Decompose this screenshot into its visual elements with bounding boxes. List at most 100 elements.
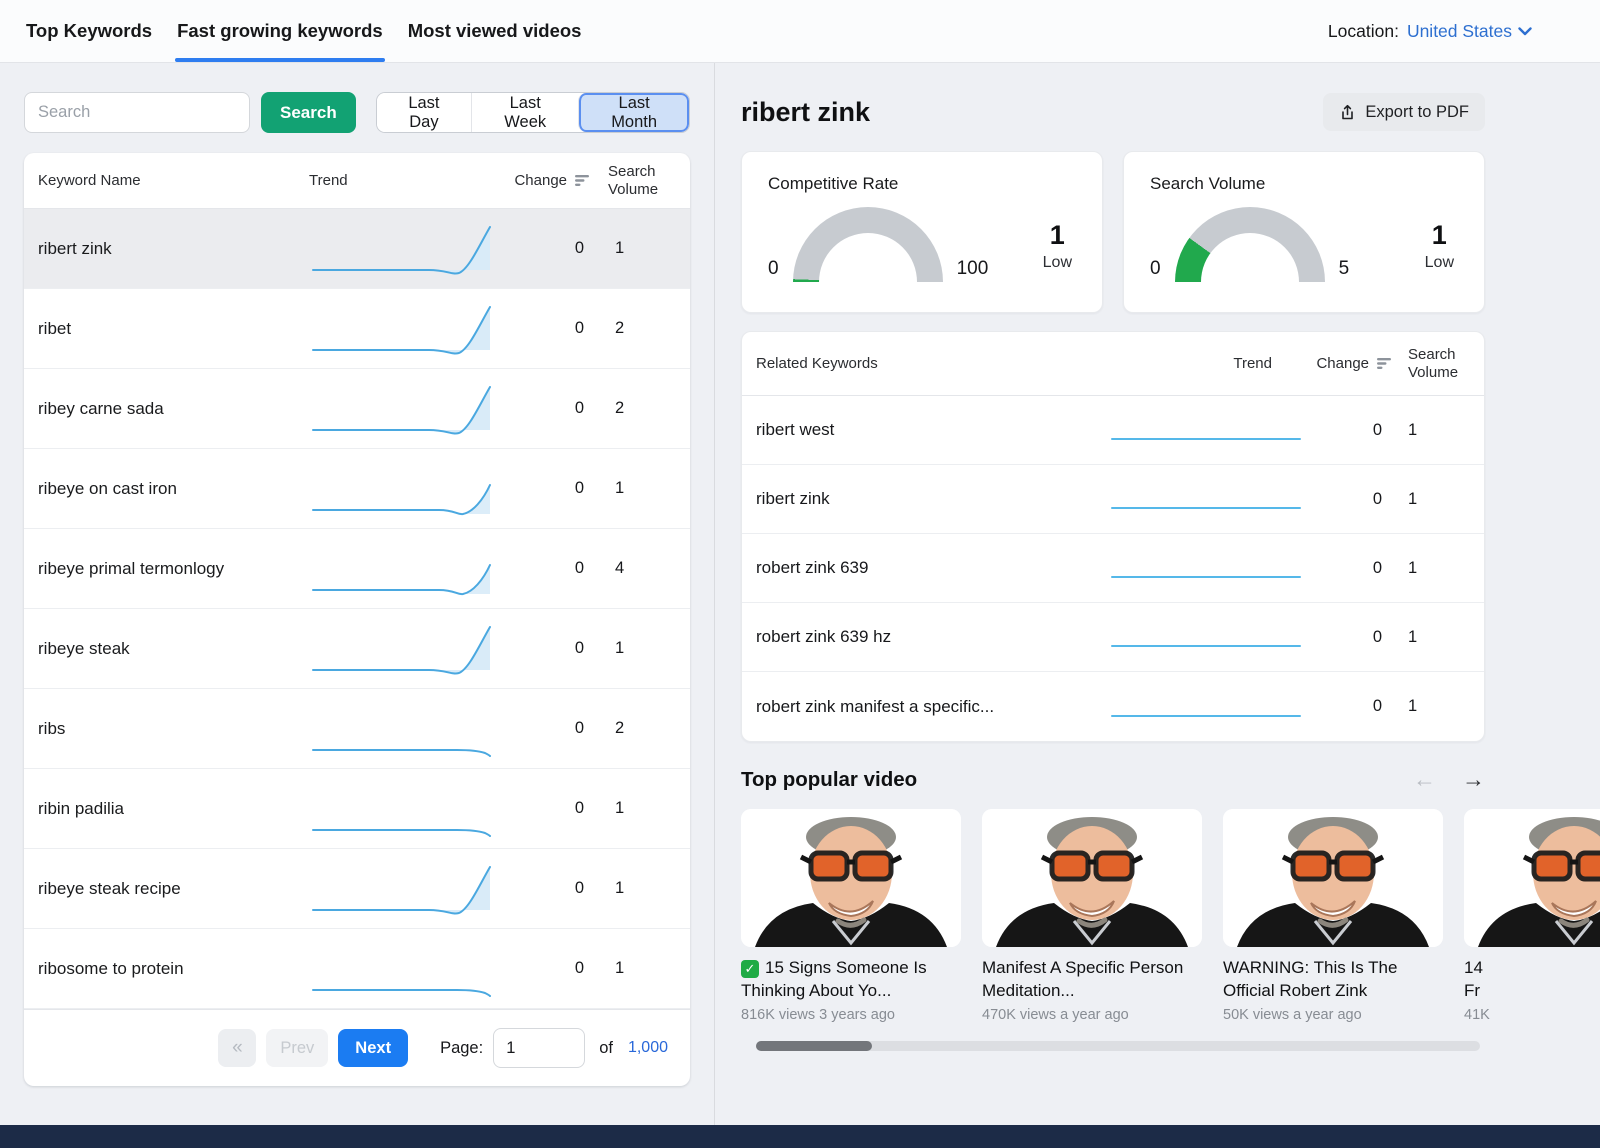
video-title-text: WARNING: This Is The Official Robert Zin… <box>1223 958 1397 1000</box>
export-pdf-button[interactable]: Export to PDF <box>1323 93 1485 131</box>
carousel-arrows: ← → <box>1413 766 1485 793</box>
related-keyword-name: ribert west <box>756 420 1106 440</box>
keyword-name: ribey carne sada <box>38 399 309 419</box>
search-volume-value: 4 <box>590 559 676 578</box>
related-column-keyword: Related Keywords <box>756 355 1106 372</box>
time-filter-button[interactable]: Last Day <box>377 93 471 132</box>
gauge-value: 1 <box>1425 221 1454 251</box>
first-page-button[interactable]: « <box>218 1029 256 1067</box>
related-volume-value: 1 <box>1392 628 1470 647</box>
trend-sparkline <box>309 298 494 360</box>
related-trend-sparkline <box>1106 685 1306 729</box>
carousel-scrollbar-thumb[interactable] <box>756 1041 872 1051</box>
location-label: Location: <box>1328 21 1399 42</box>
column-header-change: Change <box>494 172 590 189</box>
related-keywords-header: Related Keywords Trend Change Search Vol… <box>742 332 1484 396</box>
keyword-table-row[interactable]: ribeye steak recipe 0 1 <box>24 849 690 929</box>
video-card[interactable]: Manifest A Specific Person Meditation...… <box>982 809 1202 1023</box>
location-value-dropdown[interactable]: United States <box>1407 21 1532 42</box>
gauge-title: Competitive Rate <box>768 174 1076 194</box>
related-keyword-row[interactable]: ribert west 0 1 <box>742 396 1484 465</box>
video-meta: 41K <box>1464 1007 1600 1023</box>
related-keyword-row[interactable]: ribert zink 0 1 <box>742 465 1484 534</box>
keyword-name: ribert zink <box>38 239 309 259</box>
time-filter-button[interactable]: Last Week <box>471 93 578 132</box>
gauge-min-label: 0 <box>768 258 779 282</box>
gauge-value: 1 <box>1043 221 1072 251</box>
keyword-table-row[interactable]: ribeye primal termonlogy 0 4 <box>24 529 690 609</box>
top-videos-title: Top popular video <box>741 768 917 792</box>
search-volume-value: 1 <box>590 639 676 658</box>
video-thumbnail <box>741 809 961 947</box>
video-title: WARNING: This Is The Official Robert Zin… <box>1223 957 1443 1003</box>
search-volume-value: 2 <box>590 719 676 738</box>
export-pdf-label: Export to PDF <box>1365 103 1469 122</box>
related-keyword-row[interactable]: robert zink 639 0 1 <box>742 534 1484 603</box>
keyword-name: ribeye on cast iron <box>38 479 309 499</box>
search-input[interactable] <box>24 92 250 133</box>
presenter-face-illustration <box>1223 809 1443 947</box>
total-pages-link[interactable]: 1,000 <box>628 1039 668 1057</box>
nav-tab[interactable]: Fast growing keywords <box>175 0 385 62</box>
sort-descending-icon[interactable] <box>574 174 590 187</box>
video-card[interactable]: WARNING: This Is The Official Robert Zin… <box>1223 809 1443 1023</box>
related-change-value: 0 <box>1306 697 1392 716</box>
search-volume-value: 2 <box>590 319 676 338</box>
carousel-scrollbar-track[interactable] <box>756 1041 1480 1051</box>
keyword-table-row[interactable]: ribert zink 0 1 <box>24 209 690 289</box>
carousel-next-icon[interactable]: → <box>1462 766 1485 793</box>
video-title: 14 Fr <box>1464 957 1600 1003</box>
gauge-arc <box>1175 207 1325 282</box>
nav-tab[interactable]: Most viewed videos <box>406 0 584 62</box>
change-value: 0 <box>494 639 590 658</box>
related-change-value: 0 <box>1306 559 1392 578</box>
gauge-card: Competitive Rate 0 100 1 Low <box>741 151 1103 313</box>
related-trend-sparkline <box>1106 408 1306 452</box>
keyword-detail-panel: ribert zink Export to PDF Competitive Ra… <box>715 63 1600 1125</box>
keyword-table-row[interactable]: ribin padilia 0 1 <box>24 769 690 849</box>
time-filter-button[interactable]: Last Month <box>578 93 689 132</box>
keyword-table-row[interactable]: ribet 0 2 <box>24 289 690 369</box>
trend-sparkline <box>309 538 494 600</box>
carousel-prev-icon[interactable]: ← <box>1413 766 1436 793</box>
prev-page-button[interactable]: Prev <box>266 1029 328 1067</box>
location-selector: Location: United States <box>1328 0 1532 62</box>
export-icon <box>1339 104 1356 121</box>
search-button[interactable]: Search <box>261 92 356 133</box>
column-header-volume: Search Volume <box>590 163 676 198</box>
search-controls: Search Last Day Last Week Last Month <box>24 92 690 133</box>
tab-bar: Top Keywords Fast growing keywords Most … <box>24 0 583 62</box>
keyword-table-row[interactable]: ribeye steak 0 1 <box>24 609 690 689</box>
video-title-text: Manifest A Specific Person Meditation... <box>982 958 1183 1000</box>
column-header-keyword: Keyword Name <box>38 172 309 189</box>
page-number-input[interactable] <box>493 1028 585 1068</box>
sort-descending-icon[interactable] <box>1376 357 1392 370</box>
gauge-card: Search Volume 0 5 1 Low <box>1123 151 1485 313</box>
gauge-value-block: 1 Low <box>1043 221 1076 272</box>
keyword-table-row[interactable]: ribosome to protein 0 1 <box>24 929 690 1009</box>
gauge-arc <box>793 207 943 282</box>
related-change-value: 0 <box>1306 421 1392 440</box>
time-filter-group: Last Day Last Week Last Month <box>376 92 690 133</box>
column-header-change-label: Change <box>514 172 567 189</box>
keyword-table-row[interactable]: ribey carne sada 0 2 <box>24 369 690 449</box>
next-page-button[interactable]: Next <box>338 1029 408 1067</box>
related-keyword-row[interactable]: robert zink 639 hz 0 1 <box>742 603 1484 672</box>
keyword-name: ribeye steak recipe <box>38 879 309 899</box>
presenter-face-illustration <box>1464 809 1600 947</box>
related-change-value: 0 <box>1306 490 1392 509</box>
video-meta: 816K views 3 years ago <box>741 1007 961 1023</box>
video-card[interactable]: 14 Fr 41K <box>1464 809 1600 1023</box>
time-filter-label: Last Month <box>611 94 657 131</box>
video-meta: 470K views a year ago <box>982 1007 1202 1023</box>
related-keyword-row[interactable]: robert zink manifest a specific... 0 1 <box>742 672 1484 741</box>
keyword-table-header: Keyword Name Trend Change Search Volume <box>24 153 690 209</box>
page-of-label: of <box>599 1039 613 1058</box>
trend-sparkline <box>309 938 494 1000</box>
keyword-name: ribeye steak <box>38 639 309 659</box>
nav-tab[interactable]: Top Keywords <box>24 0 154 62</box>
video-card[interactable]: ✓15 Signs Someone Is Thinking About Yo..… <box>741 809 961 1023</box>
keyword-table-row[interactable]: ribeye on cast iron 0 1 <box>24 449 690 529</box>
keyword-table-row[interactable]: ribs 0 2 <box>24 689 690 769</box>
search-volume-value: 1 <box>590 479 676 498</box>
